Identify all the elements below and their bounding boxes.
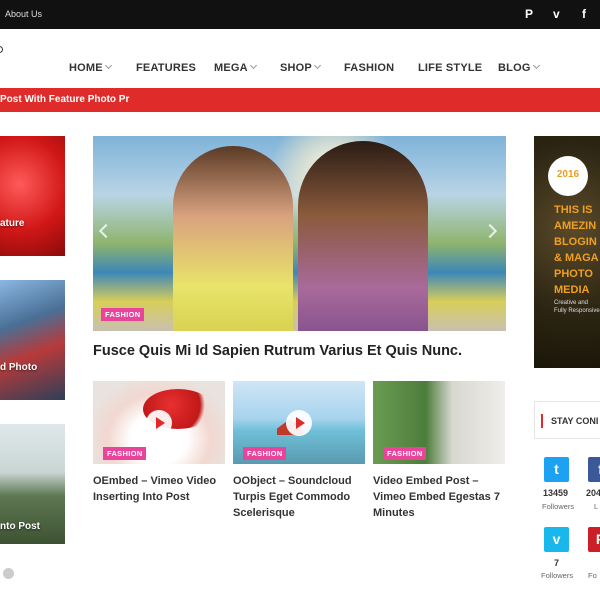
- nav-item-features[interactable]: FEATURES: [136, 62, 196, 74]
- social-label: L: [594, 502, 599, 511]
- ad-small-text: Fully Responsive: [554, 308, 600, 314]
- play-icon[interactable]: [146, 410, 172, 436]
- chevron-down-icon: [313, 61, 322, 70]
- post-title[interactable]: OEmbed – Vimeo Video Inserting Into Post: [93, 473, 223, 505]
- post-thumbnail[interactable]: FASHION: [233, 381, 365, 464]
- category-tag[interactable]: FASHION: [101, 308, 145, 321]
- chevron-down-icon: [104, 61, 112, 70]
- person-figure: [173, 146, 293, 331]
- news-ticker: Post With Feature Photo Pr: [0, 88, 600, 112]
- ad-line: MEDIA: [554, 284, 590, 296]
- ad-line: PHOTO: [554, 268, 593, 280]
- nav-item-life-style[interactable]: LIFE STYLE: [418, 62, 482, 74]
- chevron-down-icon: [532, 61, 540, 70]
- main-nav: HOME FEATURES MEGA SHOP FASHION LIFE STY…: [0, 61, 600, 76]
- logo[interactable]: [0, 46, 3, 53]
- year-text: 2016: [556, 169, 580, 180]
- nav-item-shop[interactable]: SHOP: [280, 61, 322, 74]
- ad-small-text: Creative and: [554, 300, 589, 306]
- left-post-card[interactable]: ature: [0, 136, 65, 256]
- post-thumbnail[interactable]: FASHION: [373, 381, 505, 464]
- social-label: Followers: [541, 571, 574, 580]
- stay-connected-title: STAY CONI: [551, 416, 599, 426]
- year-badge: 2016: [548, 156, 588, 196]
- category-tag[interactable]: FASHION: [243, 447, 287, 460]
- hero-image[interactable]: FASHION: [93, 136, 506, 331]
- left-post-card[interactable]: nto Post: [0, 424, 65, 544]
- post-thumbnail[interactable]: FASHION: [93, 381, 225, 464]
- about-us-link[interactable]: About Us: [5, 9, 42, 19]
- social-label: Fo: [588, 571, 597, 580]
- social-count: 13459: [543, 488, 569, 498]
- facebook-icon[interactable]: f: [588, 457, 600, 482]
- social-label: Followers: [542, 502, 575, 511]
- top-bar: About Us P v f: [0, 0, 600, 29]
- slider-dot[interactable]: [3, 568, 14, 579]
- category-tag[interactable]: FASHION: [103, 447, 147, 460]
- nav-item-mega[interactable]: MEGA: [214, 61, 257, 74]
- pinterest-icon[interactable]: P: [525, 7, 533, 21]
- ad-line: & MAGA: [554, 252, 599, 264]
- post-title[interactable]: Video Embed Post – Vimeo Embed Egestas 7…: [373, 473, 503, 521]
- ad-line: THIS IS: [554, 204, 593, 216]
- left-post-title[interactable]: d Photo: [0, 362, 37, 373]
- hero-title[interactable]: Fusce Quis Mi Id Sapien Rutrum Varius Et…: [93, 343, 513, 359]
- left-post-card[interactable]: d Photo: [0, 280, 65, 400]
- social-count: 204: [586, 488, 600, 498]
- facebook-icon[interactable]: f: [582, 7, 586, 21]
- ad-banner[interactable]: 2016 THIS IS AMEZIN BLOGIN & MAGA PHOTO …: [534, 136, 600, 368]
- chevron-left-icon[interactable]: [98, 223, 114, 239]
- nav-item-home[interactable]: HOME: [69, 61, 112, 74]
- social-count: 7: [554, 558, 560, 568]
- pinterest-icon[interactable]: P: [588, 527, 600, 552]
- stay-connected-header: STAY CONI: [534, 401, 600, 439]
- vimeo-icon[interactable]: v: [544, 527, 569, 552]
- left-post-title[interactable]: ature: [0, 218, 24, 229]
- person-figure: [298, 141, 428, 331]
- category-tag[interactable]: FASHION: [383, 447, 427, 460]
- post-title[interactable]: OObject – Soundcloud Turpis Eget Commodo…: [233, 473, 363, 521]
- ad-line: BLOGIN: [554, 236, 597, 248]
- ticker-headline[interactable]: Post With Feature Photo Pr: [0, 94, 132, 105]
- chevron-right-icon[interactable]: [482, 223, 498, 239]
- left-post-title[interactable]: nto Post: [0, 521, 40, 532]
- chevron-down-icon: [249, 61, 257, 70]
- play-icon[interactable]: [286, 410, 312, 436]
- ad-line: AMEZIN: [554, 220, 597, 232]
- nav-item-fashion[interactable]: FASHION: [344, 62, 394, 74]
- vimeo-icon[interactable]: v: [553, 7, 560, 21]
- nav-item-blog[interactable]: BLOG: [498, 61, 540, 74]
- twitter-icon[interactable]: t: [544, 457, 569, 482]
